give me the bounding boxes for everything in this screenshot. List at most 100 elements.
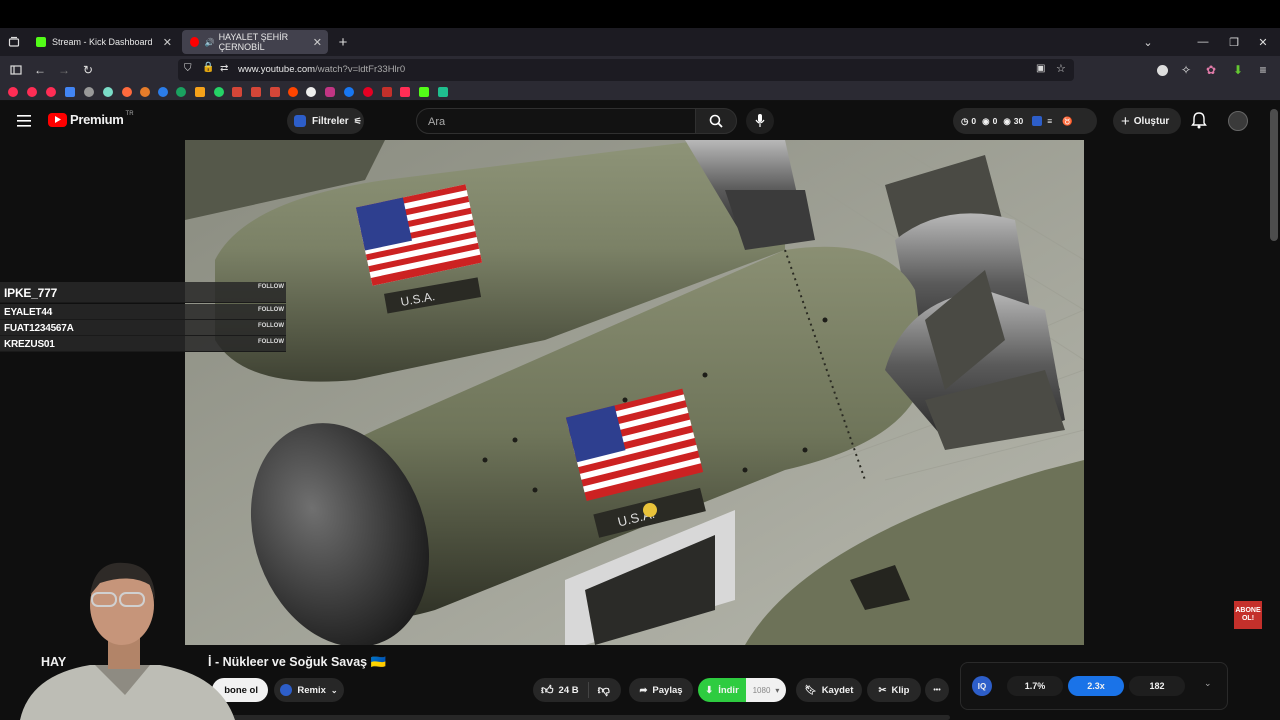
- chat-row: IPKE_777 FOLLOW: [0, 282, 286, 303]
- remix-label: Remix: [297, 684, 326, 696]
- clock-icon: ◷: [961, 115, 969, 126]
- logo-region: TR: [125, 110, 134, 117]
- more-actions-button[interactable]: •••: [925, 678, 949, 702]
- clip-label: Klip: [891, 684, 910, 696]
- bookmark-gmail-icon[interactable]: [232, 87, 242, 97]
- youtube-masthead: Premium TR Filtreler ⚟ Ara ◷ 0 ◉ 0 ◉ 30 …: [0, 101, 1280, 141]
- avatar[interactable]: [1228, 111, 1248, 131]
- bookmark-gmail-icon[interactable]: [251, 87, 261, 97]
- list-tabs-icon[interactable]: ⌄: [1133, 28, 1163, 56]
- youtube-premium-logo[interactable]: Premium TR: [48, 110, 134, 127]
- filters-button[interactable]: Filtreler ⚟: [287, 108, 364, 134]
- bookmark-pinterest-icon[interactable]: [363, 87, 373, 97]
- extension-colorful-icon[interactable]: ✿: [1201, 60, 1221, 80]
- bookmark-facebook-icon[interactable]: [344, 87, 354, 97]
- clip-button[interactable]: ✂ Klip: [867, 678, 921, 702]
- like-count[interactable]: 24 B: [559, 685, 579, 696]
- search-button[interactable]: [695, 108, 737, 134]
- shield-icon[interactable]: ⛉: [184, 63, 192, 74]
- bookmark-star-icon[interactable]: ☆: [1056, 62, 1066, 75]
- close-window-button[interactable]: ✕: [1248, 28, 1278, 56]
- chat-row: KREZUS01 FOLLOW: [0, 336, 286, 352]
- bookmark-gmail-icon[interactable]: [270, 87, 280, 97]
- bookmark-yellow-icon[interactable]: [195, 87, 205, 97]
- bookmark-globe-icon[interactable]: [84, 87, 94, 97]
- stats-extension-pill[interactable]: ◷ 0 ◉ 0 ◉ 30 ≡ ♉: [953, 108, 1097, 134]
- page-scrollbar[interactable]: [1268, 101, 1280, 720]
- new-tab-button[interactable]: +: [328, 28, 358, 56]
- logo-text: Premium: [70, 112, 124, 127]
- back-arrow-icon[interactable]: ←: [30, 60, 50, 80]
- guide-menu-icon[interactable]: [17, 114, 31, 132]
- thumbs-up-icon[interactable]: 👍︎: [541, 683, 554, 698]
- subscribe-overlay-badge[interactable]: ABONE OL!: [1234, 601, 1262, 629]
- save-button[interactable]: 🔖︎ Kaydet: [796, 678, 862, 702]
- bookmark-kick-icon[interactable]: [419, 87, 429, 97]
- reload-icon[interactable]: ↻: [78, 60, 98, 80]
- sidebar-toggle-icon[interactable]: [6, 60, 26, 80]
- tab-kick-dashboard[interactable]: Stream - Kick Dashboard ✕: [28, 30, 178, 54]
- forward-arrow-icon[interactable]: →: [54, 60, 74, 80]
- follow-label: FOLLOW: [258, 307, 284, 313]
- tab-label: HAYALET ŞEHİR ÇERNOBİL: [218, 32, 289, 52]
- bookmark-blue-icon[interactable]: [158, 87, 168, 97]
- iq-extension-icon: [1032, 116, 1043, 126]
- chevron-down-icon[interactable]: ⌄: [1204, 678, 1212, 689]
- iq-badge-icon[interactable]: IQ: [972, 676, 992, 696]
- account-icon[interactable]: [1152, 60, 1172, 80]
- download-label: İndir: [718, 684, 739, 696]
- tab-youtube-video[interactable]: 🔊 HAYALET ŞEHİR ÇERNOBİL ✕: [182, 30, 328, 54]
- download-button[interactable]: ⬇ İndir: [698, 678, 746, 702]
- bookmarks-bar: [0, 84, 1280, 101]
- bookmark-whatsapp-icon[interactable]: [214, 87, 224, 97]
- menu-hamburger-icon[interactable]: ≡: [1253, 60, 1273, 80]
- extensions-icon[interactable]: ✧: [1176, 60, 1196, 80]
- close-tab-icon[interactable]: ✕: [313, 36, 322, 49]
- notifications-bell-icon[interactable]: [1191, 112, 1207, 134]
- bookmark-youtube-icon[interactable]: [46, 87, 56, 97]
- follow-label: FOLLOW: [258, 323, 284, 329]
- restore-button[interactable]: ❐: [1219, 28, 1249, 56]
- eye-icon: ◉: [982, 115, 990, 126]
- chat-username: FUAT1234567A: [4, 323, 74, 334]
- thumbs-down-icon[interactable]: 👎︎: [598, 683, 610, 698]
- minimize-button[interactable]: —: [1188, 28, 1218, 56]
- bookmark-google-icon[interactable]: [306, 87, 316, 97]
- close-tab-icon[interactable]: ✕: [163, 36, 172, 49]
- plus-icon: +: [1121, 112, 1130, 130]
- bookmark-green-icon[interactable]: [176, 87, 186, 97]
- search-input[interactable]: Ara: [416, 108, 696, 134]
- lock-icon[interactable]: 🔒: [202, 62, 214, 73]
- bookmark-youtube-icon[interactable]: [8, 87, 18, 97]
- remix-button[interactable]: Remix ⌄: [274, 678, 344, 702]
- permissions-icon[interactable]: ⇄: [220, 63, 228, 74]
- bookmark-translate-icon[interactable]: [65, 87, 75, 97]
- speaker-icon[interactable]: 🔊: [205, 38, 215, 47]
- badge-line: ABONE: [1235, 607, 1261, 614]
- quality-value: 1080: [752, 685, 771, 695]
- address-bar[interactable]: ⛉ 🔒 ⇄ www.youtube.com/watch?v=ldtFr33Hlr…: [178, 59, 1074, 81]
- picture-in-picture-icon[interactable]: ▣: [1036, 63, 1045, 74]
- chat-username: KREZUS01: [4, 339, 55, 350]
- follow-label: FOLLOW: [258, 284, 284, 290]
- bookmark-instagram-icon[interactable]: [325, 87, 335, 97]
- bookmark-reddit-icon[interactable]: [288, 87, 298, 97]
- iq-extension-icon: [280, 684, 293, 696]
- bookmark-orange-icon[interactable]: [140, 87, 150, 97]
- chat-username: EYALET44: [4, 307, 53, 318]
- voice-search-button[interactable]: [746, 108, 774, 134]
- video-player[interactable]: U.S.A. U.S.A.: [185, 140, 1084, 645]
- scrollbar-thumb[interactable]: [1270, 109, 1278, 241]
- download-extension-icon[interactable]: ⬇: [1228, 60, 1248, 80]
- caret-down-icon: ▾: [775, 685, 780, 695]
- bookmark-teal-icon[interactable]: [438, 87, 448, 97]
- bookmark-music-icon[interactable]: [122, 87, 132, 97]
- quality-select[interactable]: 1080 ▾: [746, 678, 786, 702]
- bookmark-ai-icon[interactable]: [103, 87, 113, 97]
- bookmark-youtube-icon[interactable]: [27, 87, 37, 97]
- create-button[interactable]: + Oluştur: [1113, 108, 1181, 134]
- bookmark-red-icon[interactable]: [382, 87, 392, 97]
- bookmark-pink-icon[interactable]: [400, 87, 410, 97]
- tab-overview-icon[interactable]: [4, 32, 24, 52]
- share-button[interactable]: ➦ Paylaş: [629, 678, 693, 702]
